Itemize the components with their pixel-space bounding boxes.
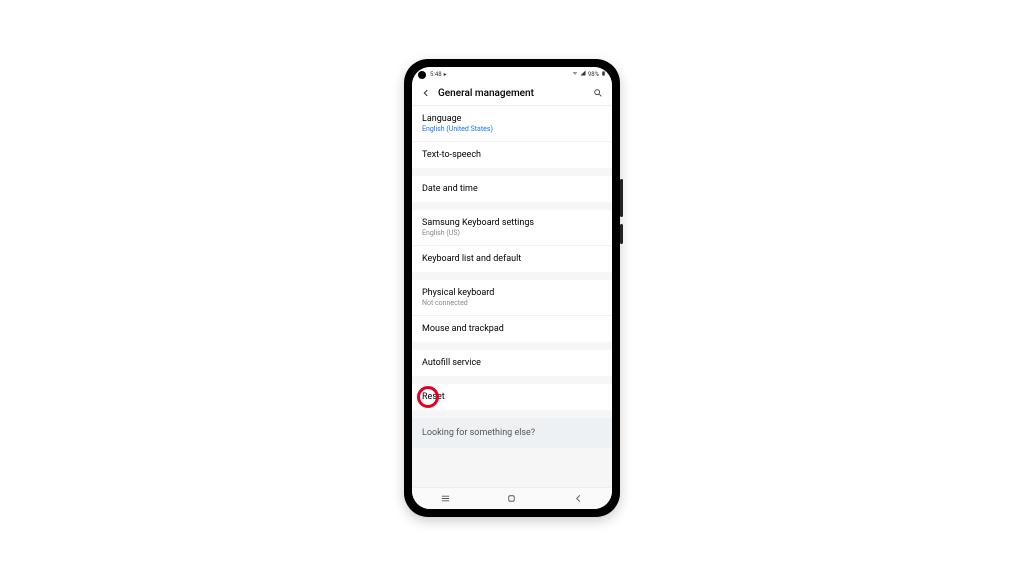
status-time: 5:48	[430, 71, 442, 78]
settings-group: Physical keyboardNot connected Mouse and …	[412, 280, 612, 342]
status-dnd-icon: ▸	[444, 71, 447, 78]
app-header: General management	[412, 81, 612, 106]
item-subtitle: English (US)	[422, 229, 602, 237]
settings-group: Reset	[412, 384, 612, 410]
search-icon[interactable]	[592, 87, 604, 99]
settings-item-language[interactable]: LanguageEnglish (United States)	[412, 106, 612, 141]
page-title: General management	[438, 88, 586, 99]
item-title: Samsung Keyboard settings	[422, 218, 602, 228]
battery-icon	[601, 70, 606, 79]
settings-group: LanguageEnglish (United States) Text-to-s…	[412, 106, 612, 168]
nav-home-icon[interactable]	[505, 492, 519, 506]
volume-button	[620, 179, 623, 217]
settings-item-keyboard-list-and-default[interactable]: Keyboard list and default	[412, 245, 612, 272]
item-title: Mouse and trackpad	[422, 324, 602, 334]
item-title: Physical keyboard	[422, 288, 602, 298]
item-subtitle: Not connected	[422, 299, 602, 307]
settings-item-mouse-and-trackpad[interactable]: Mouse and trackpad	[412, 315, 612, 342]
settings-item-autofill-service[interactable]: Autofill service	[412, 350, 612, 376]
camera-hole	[418, 71, 426, 79]
settings-item-reset[interactable]: Reset	[412, 384, 612, 410]
item-title: Reset	[422, 392, 602, 402]
screen: 5:48 ▸ 98% General management	[412, 67, 612, 509]
item-title: Text-to-speech	[422, 150, 602, 160]
back-icon[interactable]	[420, 87, 432, 99]
nav-bar	[412, 487, 612, 509]
settings-list: LanguageEnglish (United States) Text-to-s…	[412, 106, 612, 487]
phone-frame: 5:48 ▸ 98% General management	[404, 59, 620, 517]
settings-group: Date and time	[412, 176, 612, 202]
settings-item-text-to-speech[interactable]: Text-to-speech	[412, 141, 612, 168]
nav-back-icon[interactable]	[572, 492, 586, 506]
battery-percent: 98%	[588, 71, 599, 78]
settings-group: Autofill service	[412, 350, 612, 376]
settings-item-physical-keyboard[interactable]: Physical keyboardNot connected	[412, 280, 612, 315]
nav-recent-icon[interactable]	[438, 492, 452, 506]
item-subtitle: English (United States)	[422, 125, 602, 133]
item-title: Language	[422, 114, 602, 124]
power-button	[620, 224, 623, 244]
settings-item-samsung-keyboard-settings[interactable]: Samsung Keyboard settingsEnglish (US)	[412, 210, 612, 245]
settings-item-date-and-time[interactable]: Date and time	[412, 176, 612, 202]
item-title: Keyboard list and default	[422, 254, 602, 264]
settings-group: Samsung Keyboard settingsEnglish (US) Key…	[412, 210, 612, 272]
item-title: Autofill service	[422, 358, 602, 368]
wifi-icon	[572, 70, 578, 78]
signal-icon	[580, 70, 586, 78]
status-bar: 5:48 ▸ 98%	[412, 67, 612, 81]
item-title: Date and time	[422, 184, 602, 194]
footer-help[interactable]: Looking for something else?	[412, 418, 612, 448]
